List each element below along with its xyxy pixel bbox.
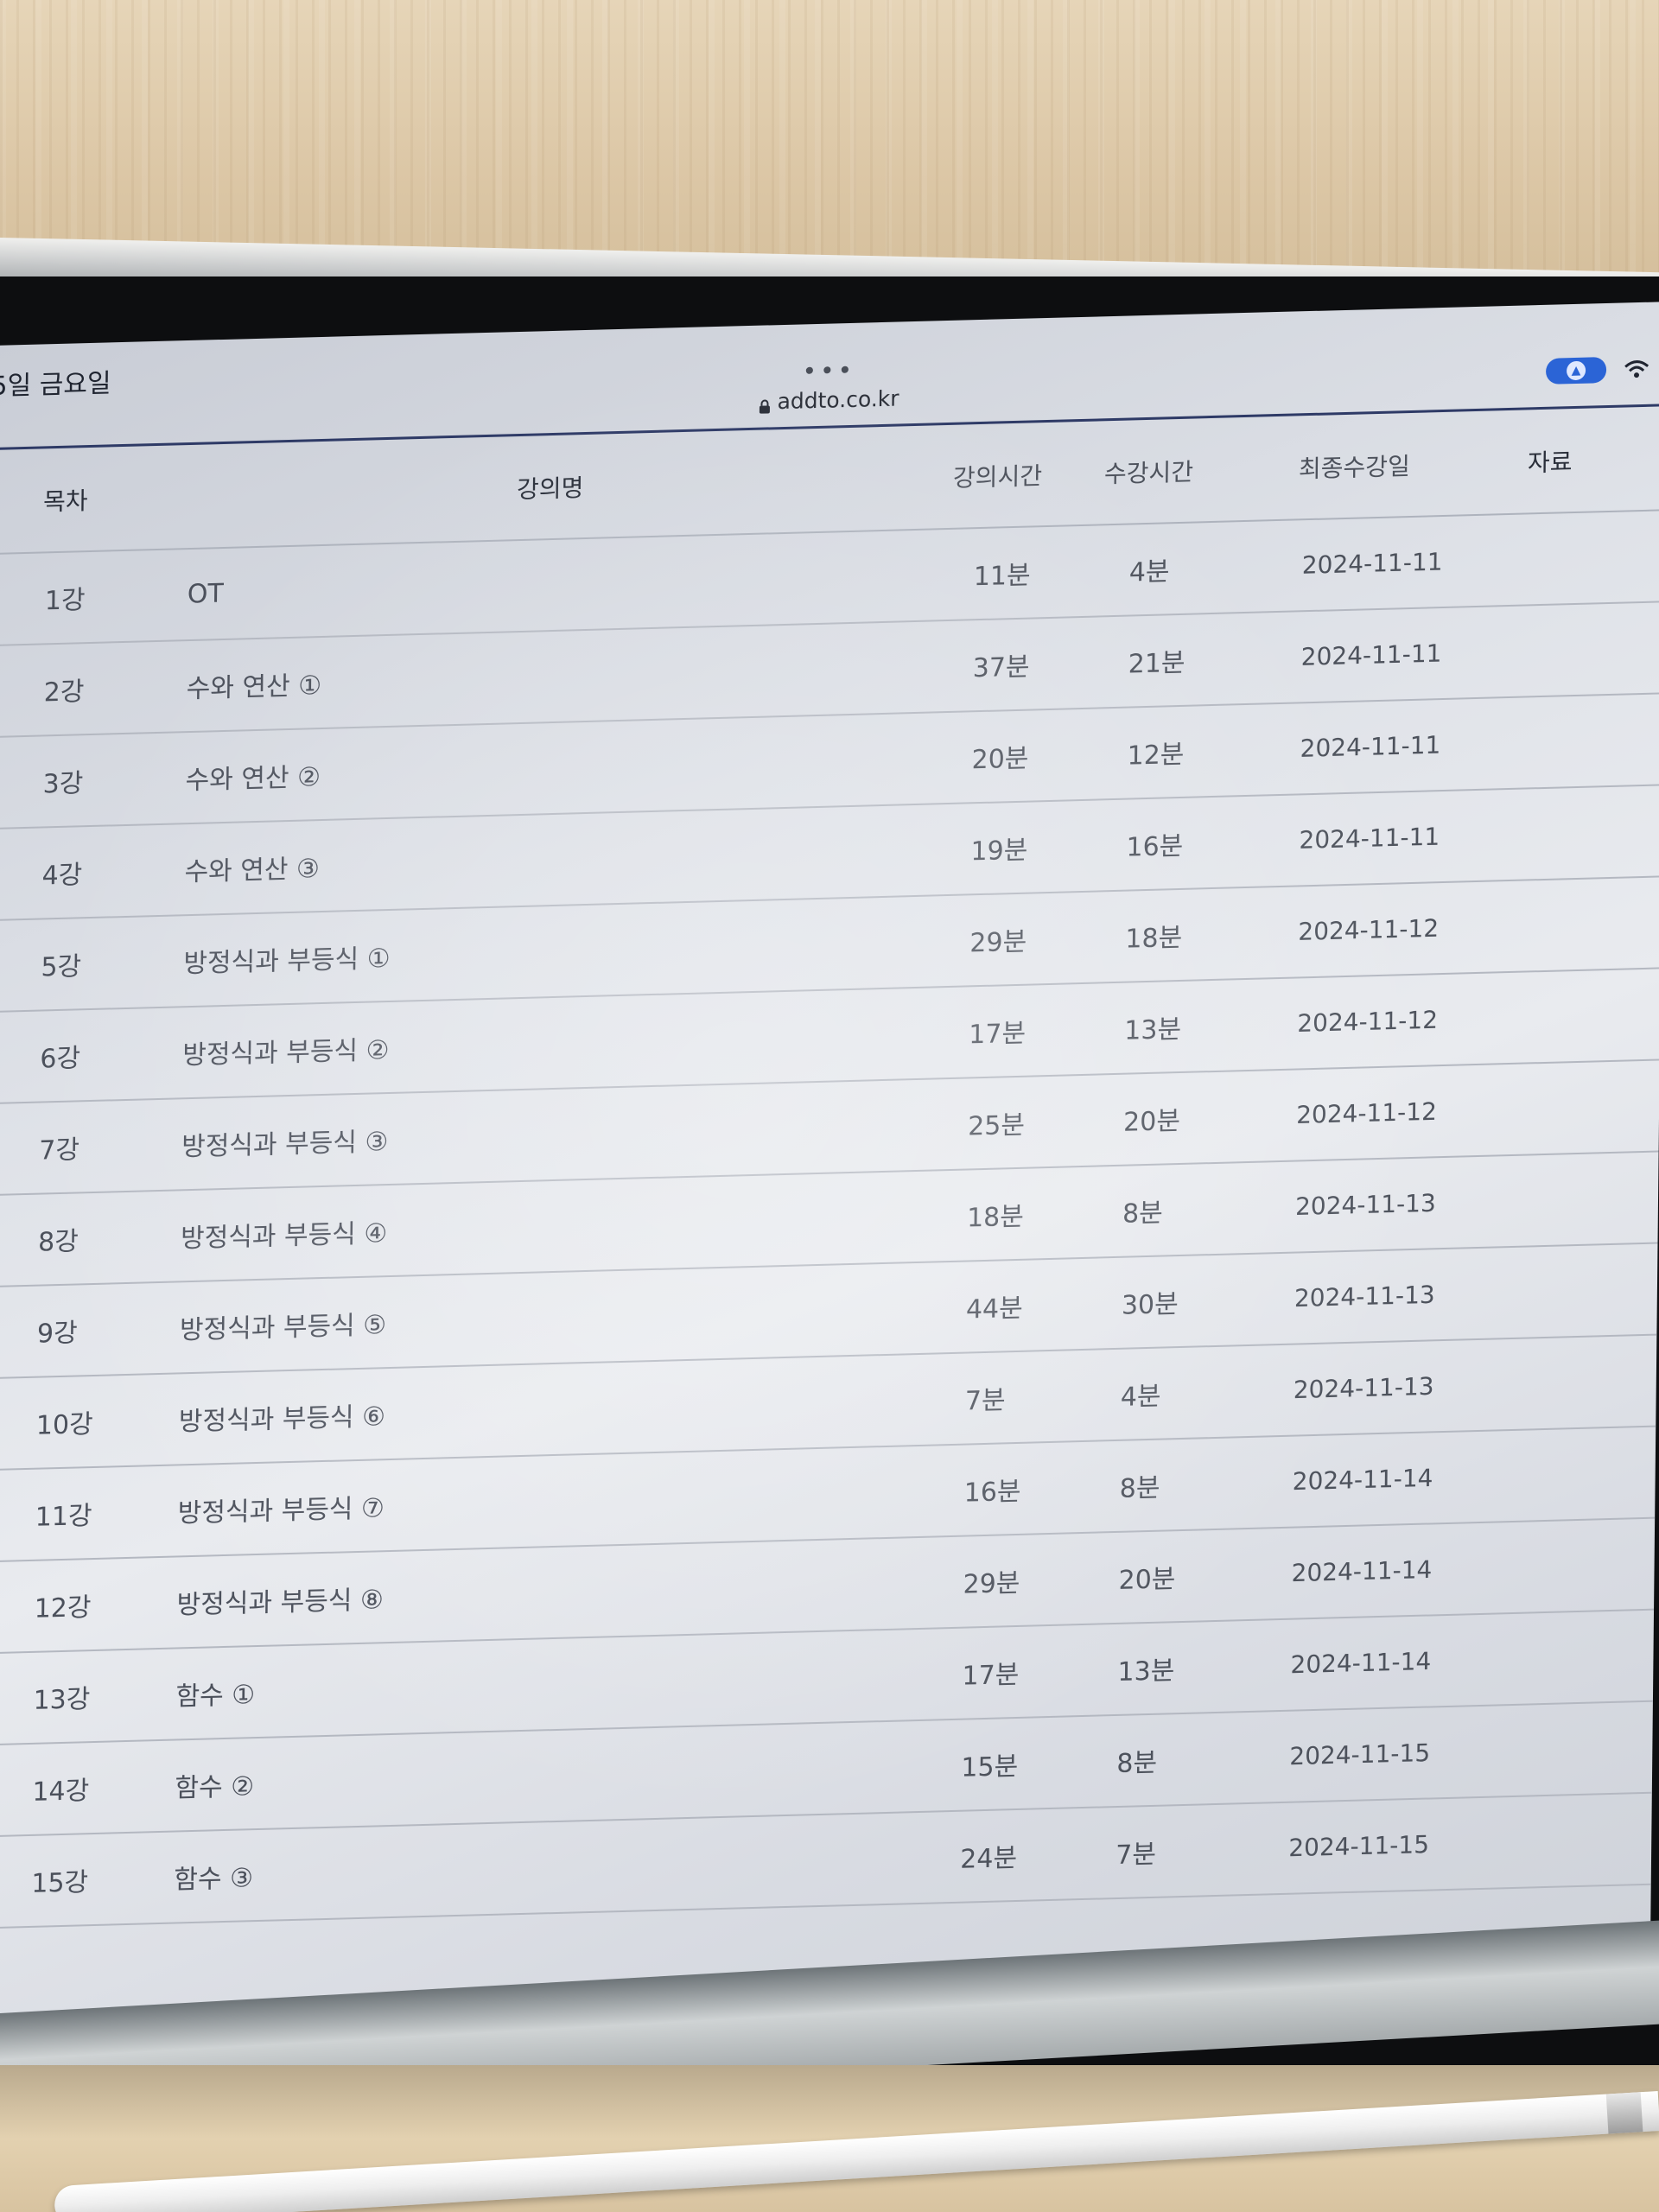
header-lecture-time: 강의시간	[952, 461, 1043, 493]
pencil-band	[1605, 2092, 1643, 2134]
row-last-date: 2024-11-11	[1299, 822, 1440, 855]
lock-icon	[758, 394, 770, 414]
row-lecture-time: 29분	[963, 1567, 1020, 1600]
row-watched-time: 13분	[1124, 1014, 1182, 1046]
row-watched-time: 18분	[1125, 922, 1183, 955]
row-watched-time: 8분	[1122, 1198, 1163, 1230]
row-watched-time: 4분	[1120, 1381, 1161, 1413]
table-body: 1강 OT 11분 4분 2024-11-11 2강 수와 연산 ① 37분 21분 2024-1…	[0, 511, 1659, 1929]
header-materials: 자료	[1527, 448, 1573, 478]
row-no: 2강	[43, 677, 85, 709]
row-watched-time: 12분	[1127, 739, 1185, 772]
row-no: 13강	[33, 1684, 91, 1716]
row-watched-time: 8분	[1119, 1472, 1160, 1504]
row-no: 15강	[31, 1867, 89, 1899]
row-lecture-time: 25분	[967, 1109, 1026, 1142]
row-lecture-time: 15분	[961, 1751, 1019, 1783]
row-last-date: 2024-11-13	[1293, 1371, 1434, 1405]
row-lecture-time: 16분	[963, 1476, 1021, 1509]
row-title[interactable]: 수와 연산 ③	[184, 847, 320, 888]
row-title[interactable]: 함수 ③	[174, 1856, 253, 1896]
row-title[interactable]: 함수 ②	[175, 1764, 254, 1804]
row-watched-time: 4분	[1128, 556, 1170, 588]
row-no: 1강	[44, 585, 86, 617]
row-no: 8강	[37, 1226, 79, 1258]
tablet-screen: 5일 금요일 ••• addto.co.kr ▲ 목차 강의명 강의시간 수강시…	[0, 302, 1659, 2057]
row-last-date: 2024-11-15	[1289, 1738, 1431, 1771]
row-watched-time: 7분	[1116, 1839, 1157, 1872]
row-lecture-time: 37분	[972, 652, 1030, 684]
row-title[interactable]: 방정식과 부등식 ⑥	[179, 1395, 386, 1438]
row-lecture-time: 7분	[964, 1385, 1006, 1417]
row-no: 11강	[35, 1501, 92, 1533]
row-last-date: 2024-11-13	[1294, 1280, 1435, 1313]
row-lecture-time: 17분	[962, 1659, 1020, 1692]
row-no: 10강	[35, 1408, 93, 1441]
row-lecture-time: 19분	[970, 835, 1028, 868]
row-no: 9강	[36, 1318, 78, 1350]
row-watched-time: 8분	[1116, 1747, 1158, 1779]
url-text[interactable]: addto.co.kr	[777, 385, 899, 414]
row-title[interactable]: 방정식과 부등식 ⑧	[176, 1578, 384, 1621]
row-lecture-time: 17분	[969, 1018, 1027, 1051]
row-last-date: 2024-11-14	[1292, 1463, 1433, 1497]
row-watched-time: 13분	[1117, 1656, 1175, 1688]
row-last-date: 2024-11-11	[1300, 730, 1441, 763]
row-last-date: 2024-11-14	[1290, 1646, 1432, 1680]
row-lecture-time: 11분	[973, 560, 1031, 593]
row-lecture-time: 18분	[966, 1201, 1025, 1234]
row-watched-time: 21분	[1128, 647, 1185, 680]
row-lecture-time: 20분	[971, 743, 1029, 776]
row-last-date: 2024-11-15	[1288, 1830, 1430, 1863]
row-last-date: 2024-11-12	[1298, 913, 1440, 946]
row-last-date: 2024-11-12	[1296, 1096, 1438, 1129]
row-no: 4강	[41, 860, 83, 892]
row-title[interactable]: OT	[188, 578, 224, 609]
row-title[interactable]: 방정식과 부등식 ①	[183, 937, 391, 980]
row-no: 5강	[41, 951, 82, 983]
row-watched-time: 30분	[1121, 1289, 1179, 1321]
lecture-table: 목차 강의명 강의시간 수강시간 최종수강일 자료 1강 OT 11분 4분 2024-…	[0, 407, 1659, 1929]
row-lecture-time: 29분	[969, 926, 1027, 959]
row-no: 12강	[34, 1592, 92, 1624]
row-last-date: 2024-11-14	[1291, 1554, 1433, 1588]
location-pill: ▲	[1545, 357, 1607, 385]
location-arrow-icon: ▲	[1566, 360, 1586, 381]
row-last-date: 2024-11-13	[1294, 1188, 1436, 1222]
row-title[interactable]: 방정식과 부등식 ②	[182, 1028, 390, 1071]
row-title[interactable]: 수와 연산 ②	[185, 755, 321, 797]
row-title[interactable]: 방정식과 부등식 ④	[181, 1211, 388, 1255]
row-title[interactable]: 방정식과 부등식 ③	[181, 1120, 389, 1163]
row-title[interactable]: 방정식과 부등식 ⑤	[180, 1303, 387, 1346]
row-last-date: 2024-11-11	[1301, 547, 1443, 580]
row-lecture-time: 24분	[960, 1842, 1018, 1875]
status-indicators: ▲	[1545, 356, 1649, 385]
row-lecture-time: 44분	[965, 1293, 1023, 1325]
row-title[interactable]: 함수 ①	[175, 1673, 255, 1713]
row-no: 7강	[39, 1135, 80, 1166]
header-title: 강의명	[516, 474, 584, 505]
row-no: 6강	[40, 1043, 81, 1075]
header-last-date: 최종수강일	[1298, 451, 1410, 484]
row-watched-time: 20분	[1118, 1564, 1176, 1596]
row-no: 3강	[42, 768, 84, 800]
header-watched-time: 수강시간	[1103, 457, 1194, 489]
row-last-date: 2024-11-12	[1297, 1005, 1439, 1038]
row-watched-time: 16분	[1126, 830, 1184, 863]
row-title[interactable]: 수와 연산 ①	[187, 664, 322, 705]
row-title[interactable]: 방정식과 부등식 ⑦	[178, 1486, 385, 1529]
row-watched-time: 20분	[1122, 1106, 1181, 1138]
wifi-icon	[1624, 359, 1649, 379]
row-last-date: 2024-11-11	[1300, 639, 1442, 671]
row-no: 14강	[32, 1776, 90, 1808]
header-no: 목차	[42, 486, 88, 517]
